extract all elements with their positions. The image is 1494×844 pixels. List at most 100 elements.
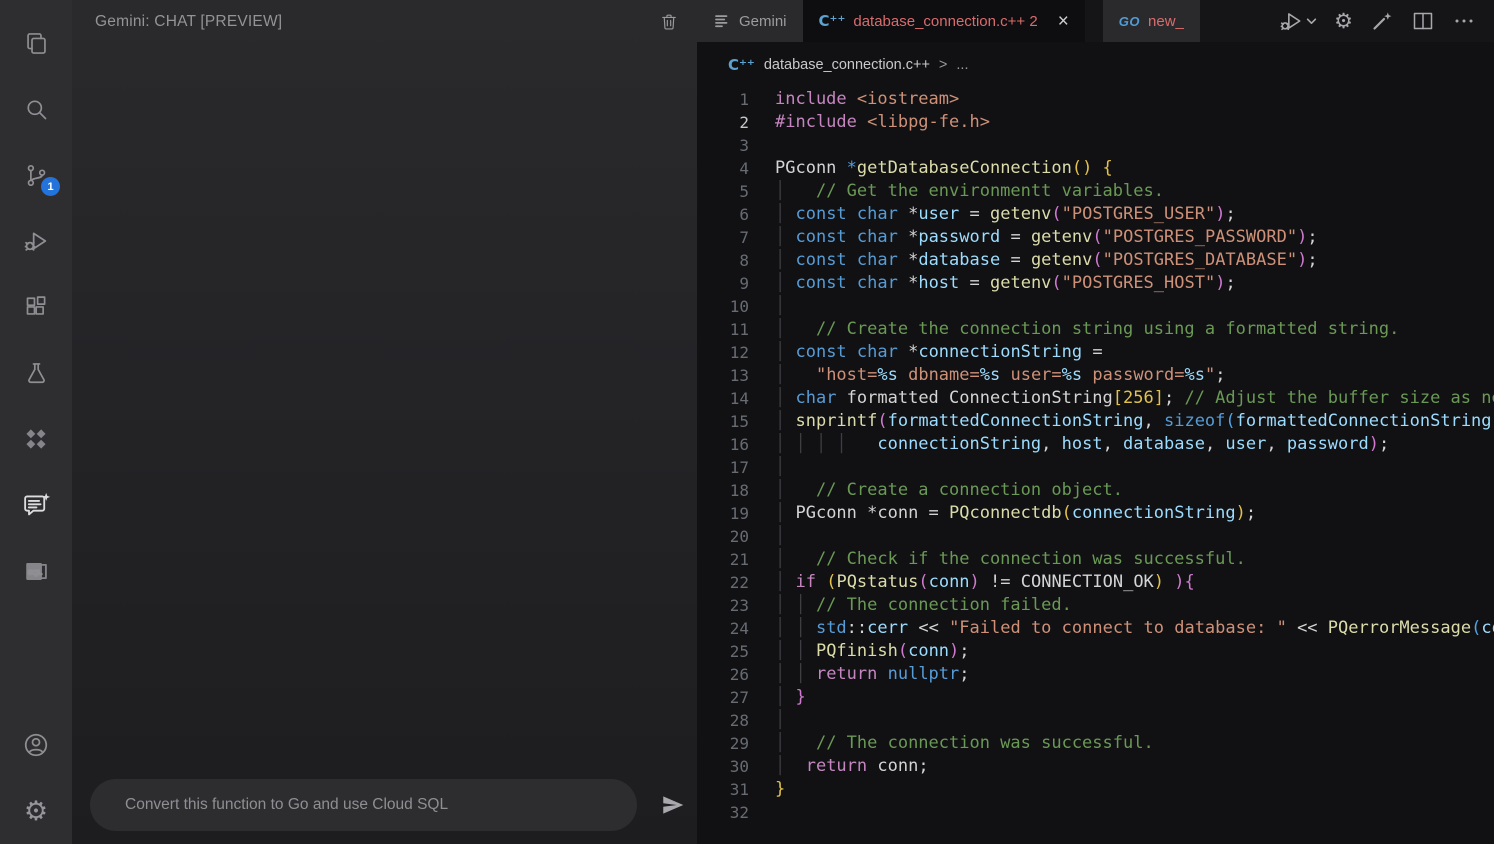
line-number: 1 — [697, 88, 749, 111]
code-line: 25│ │ PQfinish(conn); — [697, 640, 1494, 663]
gemini-chat-icon[interactable] — [0, 472, 72, 538]
source-control-badge: 1 — [41, 177, 60, 196]
code-line: 14│ char formatted ConnectionString[256]… — [697, 387, 1494, 410]
send-button[interactable] — [653, 787, 693, 823]
code-text: │ const char *connectionString = — [749, 341, 1103, 364]
clear-chat-button[interactable] — [659, 12, 679, 32]
line-number: 27 — [697, 686, 749, 709]
explorer-files-icon[interactable] — [0, 10, 72, 76]
code-line: 24│ │ std::cerr << "Failed to connect to… — [697, 617, 1494, 640]
code-text: │ char formatted ConnectionString[256]; … — [749, 387, 1494, 410]
search-icon[interactable] — [0, 76, 72, 142]
code-text: │ const char *user = getenv("POSTGRES_US… — [749, 203, 1236, 226]
line-number: 4 — [697, 157, 749, 180]
tab-new-file[interactable]: GO new_ — [1103, 0, 1200, 42]
line-number: 10 — [697, 295, 749, 318]
line-number: 30 — [697, 755, 749, 778]
code-line: 22│ if (PQstatus(conn) != CONNECTION_OK)… — [697, 571, 1494, 594]
line-number: 14 — [697, 387, 749, 410]
tab-database-connection[interactable]: C⁺⁺ database_connection.c++ 2 × — [803, 0, 1085, 42]
code-line: 8│ const char *database = getenv("POSTGR… — [697, 249, 1494, 272]
code-text: │ } — [749, 686, 806, 709]
copy-pages-icon — [23, 30, 50, 57]
code-line: 18│ // Create a connection object. — [697, 479, 1494, 502]
source-control-icon[interactable]: 1 — [0, 142, 72, 208]
line-number: 16 — [697, 433, 749, 456]
tab-label: new_ — [1148, 13, 1184, 30]
code-text: │ │ std::cerr << "Failed to connect to d… — [749, 617, 1494, 640]
magic-wand-button[interactable] — [1370, 9, 1394, 33]
split-editor-icon — [1411, 9, 1435, 33]
chat-input[interactable] — [125, 796, 615, 814]
line-number: 7 — [697, 226, 749, 249]
code-line: 3 — [697, 134, 1494, 157]
line-number: 26 — [697, 663, 749, 686]
beaker-icon — [23, 360, 50, 387]
editor-settings-button[interactable]: ⚙ — [1334, 11, 1353, 32]
line-number: 18 — [697, 479, 749, 502]
cpp-file-icon: C⁺⁺ — [819, 12, 846, 30]
code-text — [749, 134, 775, 157]
run-debug-icon[interactable] — [0, 208, 72, 274]
settings-gear-icon[interactable]: ⚙ — [0, 778, 72, 844]
send-plane-icon — [658, 792, 688, 818]
code-area[interactable]: 1include <iostream>2#include <libpg-fe.h… — [697, 88, 1494, 844]
editor-actions: ⚙ — [1278, 0, 1494, 42]
four-diamonds-icon — [22, 425, 50, 453]
gemini-chat-panel: Gemini: CHAT [PREVIEW] — [72, 0, 697, 844]
chevron-down-icon — [1306, 16, 1317, 27]
code-text: │ — [749, 525, 785, 548]
close-tab-icon[interactable]: × — [1058, 12, 1069, 31]
code-text: │ │ return nullptr; — [749, 663, 970, 686]
code-line: 10│ — [697, 295, 1494, 318]
code-line: 27│ } — [697, 686, 1494, 709]
code-line: 23│ │ // The connection failed. — [697, 594, 1494, 617]
breadcrumb-more[interactable]: ... — [956, 57, 968, 73]
code-line: 7│ const char *password = getenv("POSTGR… — [697, 226, 1494, 249]
code-line: 1include <iostream> — [697, 88, 1494, 111]
magic-wand-icon — [1370, 9, 1394, 33]
line-number: 29 — [697, 732, 749, 755]
code-text: │ // Get the environmentt variables. — [749, 180, 1164, 203]
tab-label: Gemini — [739, 13, 787, 30]
line-number: 15 — [697, 410, 749, 433]
code-text: │ │ │ │ connectionString, host, database… — [749, 433, 1389, 456]
line-number: 5 — [697, 180, 749, 203]
split-editor-button[interactable] — [1411, 9, 1435, 33]
extensions-icon[interactable] — [0, 274, 72, 340]
code-line: 17│ — [697, 456, 1494, 479]
breadcrumb-file[interactable]: database_connection.c++ — [764, 57, 930, 73]
tab-gemini[interactable]: Gemini — [697, 0, 803, 42]
code-line: 6│ const char *user = getenv("POSTGRES_U… — [697, 203, 1494, 226]
code-text: │ // Create a connection object. — [749, 479, 1123, 502]
line-number: 21 — [697, 548, 749, 571]
code-line: 12│ const char *connectionString = — [697, 341, 1494, 364]
code-line: 4PGconn *getDatabaseConnection() { — [697, 157, 1494, 180]
squares-icon — [23, 294, 50, 321]
line-number: 20 — [697, 525, 749, 548]
breadcrumb[interactable]: C⁺⁺ database_connection.c++ > ... — [697, 42, 1494, 88]
trash-icon — [659, 12, 679, 32]
testing-beaker-icon[interactable] — [0, 340, 72, 406]
line-number: 11 — [697, 318, 749, 341]
chat-input-row — [90, 779, 693, 831]
code-text — [749, 801, 775, 824]
cpp-file-icon: C⁺⁺ — [728, 56, 755, 74]
code-text: │ — [749, 709, 785, 732]
magnifier-icon — [23, 96, 50, 123]
sql-label: SQL — [28, 569, 42, 576]
account-icon[interactable] — [0, 712, 72, 778]
line-number: 19 — [697, 502, 749, 525]
code-line: 20│ — [697, 525, 1494, 548]
run-debug-button[interactable] — [1278, 8, 1317, 34]
code-text: │ const char *host = getenv("POSTGRES_HO… — [749, 272, 1236, 295]
line-number: 2 — [697, 111, 749, 134]
code-text: │ // The connection was successful. — [749, 732, 1154, 755]
gemini-diamonds-icon[interactable] — [0, 406, 72, 472]
line-number: 6 — [697, 203, 749, 226]
code-text: │ const char *password = getenv("POSTGRE… — [749, 226, 1318, 249]
cloud-sql-icon[interactable]: SQL — [0, 538, 72, 604]
more-actions-button[interactable] — [1452, 9, 1476, 33]
code-line: 28│ — [697, 709, 1494, 732]
chat-panel-header: Gemini: CHAT [PREVIEW] — [72, 0, 697, 32]
